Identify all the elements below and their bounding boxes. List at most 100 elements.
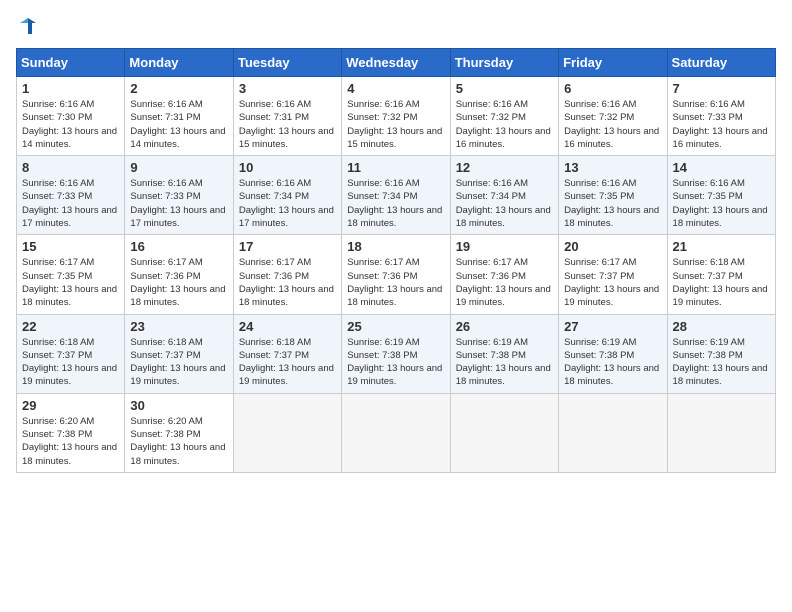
table-row: 16 Sunrise: 6:17 AM Sunset: 7:36 PM Dayl… xyxy=(125,235,233,314)
day-number: 17 xyxy=(239,239,336,254)
day-number: 24 xyxy=(239,319,336,334)
day-number: 18 xyxy=(347,239,444,254)
calendar-week-row: 22 Sunrise: 6:18 AM Sunset: 7:37 PM Dayl… xyxy=(17,314,776,393)
table-row: 12 Sunrise: 6:16 AM Sunset: 7:34 PM Dayl… xyxy=(450,156,558,235)
day-detail: Sunrise: 6:16 AM Sunset: 7:35 PM Dayligh… xyxy=(564,177,661,230)
calendar-week-row: 8 Sunrise: 6:16 AM Sunset: 7:33 PM Dayli… xyxy=(17,156,776,235)
day-number: 22 xyxy=(22,319,119,334)
day-number: 14 xyxy=(673,160,770,175)
day-detail: Sunrise: 6:16 AM Sunset: 7:32 PM Dayligh… xyxy=(564,98,661,151)
day-detail: Sunrise: 6:16 AM Sunset: 7:35 PM Dayligh… xyxy=(673,177,770,230)
table-row: 30 Sunrise: 6:20 AM Sunset: 7:38 PM Dayl… xyxy=(125,393,233,472)
day-number: 16 xyxy=(130,239,227,254)
day-number: 13 xyxy=(564,160,661,175)
day-number: 21 xyxy=(673,239,770,254)
table-row: 6 Sunrise: 6:16 AM Sunset: 7:32 PM Dayli… xyxy=(559,77,667,156)
day-detail: Sunrise: 6:16 AM Sunset: 7:34 PM Dayligh… xyxy=(456,177,553,230)
day-detail: Sunrise: 6:16 AM Sunset: 7:33 PM Dayligh… xyxy=(673,98,770,151)
table-row: 10 Sunrise: 6:16 AM Sunset: 7:34 PM Dayl… xyxy=(233,156,341,235)
calendar-table: Sunday Monday Tuesday Wednesday Thursday… xyxy=(16,48,776,473)
col-friday: Friday xyxy=(559,49,667,77)
table-row: 20 Sunrise: 6:17 AM Sunset: 7:37 PM Dayl… xyxy=(559,235,667,314)
day-number: 6 xyxy=(564,81,661,96)
table-row: 25 Sunrise: 6:19 AM Sunset: 7:38 PM Dayl… xyxy=(342,314,450,393)
day-detail: Sunrise: 6:20 AM Sunset: 7:38 PM Dayligh… xyxy=(22,415,119,468)
day-detail: Sunrise: 6:16 AM Sunset: 7:32 PM Dayligh… xyxy=(456,98,553,151)
day-number: 27 xyxy=(564,319,661,334)
day-detail: Sunrise: 6:17 AM Sunset: 7:36 PM Dayligh… xyxy=(130,256,227,309)
table-row xyxy=(342,393,450,472)
table-row: 19 Sunrise: 6:17 AM Sunset: 7:36 PM Dayl… xyxy=(450,235,558,314)
col-wednesday: Wednesday xyxy=(342,49,450,77)
day-detail: Sunrise: 6:18 AM Sunset: 7:37 PM Dayligh… xyxy=(239,336,336,389)
day-detail: Sunrise: 6:19 AM Sunset: 7:38 PM Dayligh… xyxy=(564,336,661,389)
table-row xyxy=(559,393,667,472)
logo xyxy=(16,16,38,36)
table-row: 9 Sunrise: 6:16 AM Sunset: 7:33 PM Dayli… xyxy=(125,156,233,235)
col-monday: Monday xyxy=(125,49,233,77)
calendar-week-row: 1 Sunrise: 6:16 AM Sunset: 7:30 PM Dayli… xyxy=(17,77,776,156)
table-row: 24 Sunrise: 6:18 AM Sunset: 7:37 PM Dayl… xyxy=(233,314,341,393)
day-number: 28 xyxy=(673,319,770,334)
day-detail: Sunrise: 6:16 AM Sunset: 7:33 PM Dayligh… xyxy=(22,177,119,230)
table-row: 26 Sunrise: 6:19 AM Sunset: 7:38 PM Dayl… xyxy=(450,314,558,393)
day-number: 9 xyxy=(130,160,227,175)
day-number: 3 xyxy=(239,81,336,96)
table-row xyxy=(450,393,558,472)
table-row: 14 Sunrise: 6:16 AM Sunset: 7:35 PM Dayl… xyxy=(667,156,775,235)
day-detail: Sunrise: 6:18 AM Sunset: 7:37 PM Dayligh… xyxy=(22,336,119,389)
day-number: 12 xyxy=(456,160,553,175)
day-detail: Sunrise: 6:16 AM Sunset: 7:33 PM Dayligh… xyxy=(130,177,227,230)
day-detail: Sunrise: 6:19 AM Sunset: 7:38 PM Dayligh… xyxy=(347,336,444,389)
table-row: 8 Sunrise: 6:16 AM Sunset: 7:33 PM Dayli… xyxy=(17,156,125,235)
table-row: 23 Sunrise: 6:18 AM Sunset: 7:37 PM Dayl… xyxy=(125,314,233,393)
calendar-header-row: Sunday Monday Tuesday Wednesday Thursday… xyxy=(17,49,776,77)
day-number: 25 xyxy=(347,319,444,334)
day-number: 7 xyxy=(673,81,770,96)
day-detail: Sunrise: 6:17 AM Sunset: 7:36 PM Dayligh… xyxy=(347,256,444,309)
day-number: 5 xyxy=(456,81,553,96)
day-detail: Sunrise: 6:17 AM Sunset: 7:36 PM Dayligh… xyxy=(456,256,553,309)
table-row xyxy=(233,393,341,472)
day-number: 19 xyxy=(456,239,553,254)
col-sunday: Sunday xyxy=(17,49,125,77)
day-number: 23 xyxy=(130,319,227,334)
table-row: 1 Sunrise: 6:16 AM Sunset: 7:30 PM Dayli… xyxy=(17,77,125,156)
day-detail: Sunrise: 6:16 AM Sunset: 7:30 PM Dayligh… xyxy=(22,98,119,151)
day-number: 2 xyxy=(130,81,227,96)
day-number: 4 xyxy=(347,81,444,96)
col-tuesday: Tuesday xyxy=(233,49,341,77)
day-detail: Sunrise: 6:17 AM Sunset: 7:37 PM Dayligh… xyxy=(564,256,661,309)
col-thursday: Thursday xyxy=(450,49,558,77)
table-row: 7 Sunrise: 6:16 AM Sunset: 7:33 PM Dayli… xyxy=(667,77,775,156)
table-row: 22 Sunrise: 6:18 AM Sunset: 7:37 PM Dayl… xyxy=(17,314,125,393)
table-row: 29 Sunrise: 6:20 AM Sunset: 7:38 PM Dayl… xyxy=(17,393,125,472)
day-detail: Sunrise: 6:18 AM Sunset: 7:37 PM Dayligh… xyxy=(673,256,770,309)
col-saturday: Saturday xyxy=(667,49,775,77)
day-detail: Sunrise: 6:16 AM Sunset: 7:34 PM Dayligh… xyxy=(239,177,336,230)
day-detail: Sunrise: 6:16 AM Sunset: 7:34 PM Dayligh… xyxy=(347,177,444,230)
calendar-week-row: 15 Sunrise: 6:17 AM Sunset: 7:35 PM Dayl… xyxy=(17,235,776,314)
day-detail: Sunrise: 6:16 AM Sunset: 7:31 PM Dayligh… xyxy=(130,98,227,151)
day-number: 10 xyxy=(239,160,336,175)
day-detail: Sunrise: 6:20 AM Sunset: 7:38 PM Dayligh… xyxy=(130,415,227,468)
day-detail: Sunrise: 6:18 AM Sunset: 7:37 PM Dayligh… xyxy=(130,336,227,389)
day-detail: Sunrise: 6:19 AM Sunset: 7:38 PM Dayligh… xyxy=(673,336,770,389)
page-header xyxy=(16,16,776,36)
logo-flag-icon xyxy=(18,16,38,36)
calendar-week-row: 29 Sunrise: 6:20 AM Sunset: 7:38 PM Dayl… xyxy=(17,393,776,472)
table-row: 4 Sunrise: 6:16 AM Sunset: 7:32 PM Dayli… xyxy=(342,77,450,156)
day-number: 29 xyxy=(22,398,119,413)
day-number: 11 xyxy=(347,160,444,175)
day-number: 26 xyxy=(456,319,553,334)
table-row: 2 Sunrise: 6:16 AM Sunset: 7:31 PM Dayli… xyxy=(125,77,233,156)
day-number: 30 xyxy=(130,398,227,413)
day-number: 8 xyxy=(22,160,119,175)
table-row: 15 Sunrise: 6:17 AM Sunset: 7:35 PM Dayl… xyxy=(17,235,125,314)
table-row: 3 Sunrise: 6:16 AM Sunset: 7:31 PM Dayli… xyxy=(233,77,341,156)
table-row: 17 Sunrise: 6:17 AM Sunset: 7:36 PM Dayl… xyxy=(233,235,341,314)
table-row: 27 Sunrise: 6:19 AM Sunset: 7:38 PM Dayl… xyxy=(559,314,667,393)
table-row: 28 Sunrise: 6:19 AM Sunset: 7:38 PM Dayl… xyxy=(667,314,775,393)
day-number: 20 xyxy=(564,239,661,254)
table-row: 21 Sunrise: 6:18 AM Sunset: 7:37 PM Dayl… xyxy=(667,235,775,314)
